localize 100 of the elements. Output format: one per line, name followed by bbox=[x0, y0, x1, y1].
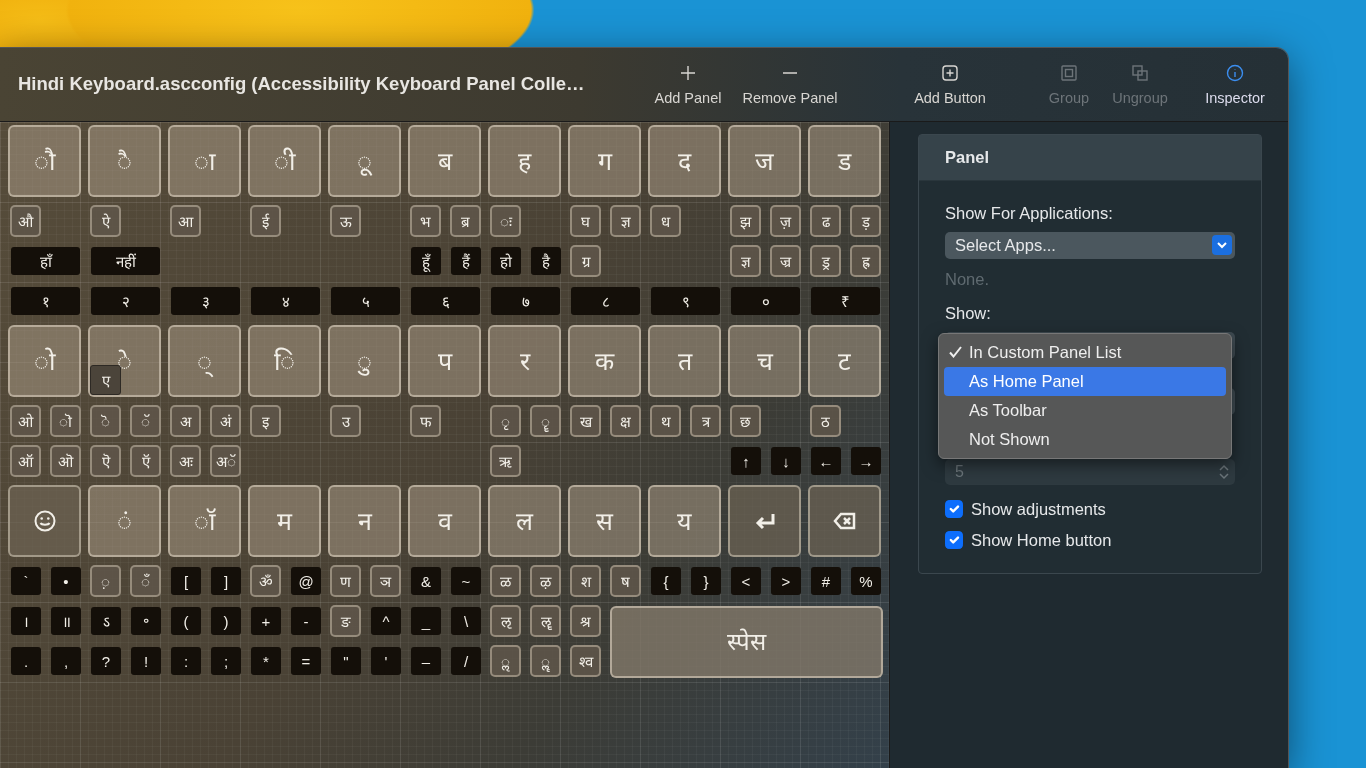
key[interactable]: + bbox=[251, 607, 281, 635]
key[interactable]: ← bbox=[811, 447, 841, 475]
toolbar-button[interactable]: Add Panel bbox=[648, 63, 728, 110]
key[interactable]: ४ bbox=[251, 287, 320, 315]
key[interactable]: ब्र bbox=[450, 205, 481, 237]
key[interactable]: • bbox=[51, 567, 81, 595]
key[interactable]: ॡ bbox=[530, 605, 561, 637]
key[interactable]: । bbox=[11, 607, 41, 635]
key[interactable]: ] bbox=[211, 567, 241, 595]
key[interactable]: ळ bbox=[490, 565, 521, 597]
key[interactable]: ◌ॢ bbox=[490, 645, 521, 677]
key[interactable]: न bbox=[328, 485, 401, 557]
key[interactable]: म bbox=[248, 485, 321, 557]
key[interactable]: ऑ bbox=[10, 445, 41, 477]
key[interactable]: अ bbox=[170, 405, 201, 437]
checkbox[interactable] bbox=[945, 531, 963, 550]
key[interactable]: ◌ॉ bbox=[168, 485, 241, 557]
key[interactable]: ७ bbox=[491, 287, 560, 315]
key[interactable]: ₹ bbox=[811, 287, 880, 315]
key[interactable]: भ bbox=[410, 205, 441, 237]
key[interactable]: ज्ञ bbox=[610, 205, 641, 237]
key[interactable]: ऒ bbox=[50, 445, 81, 477]
key[interactable]: ज़ bbox=[770, 205, 801, 237]
key[interactable]: व bbox=[408, 485, 481, 557]
key[interactable]: ञ bbox=[370, 565, 401, 597]
key[interactable]: ह bbox=[488, 125, 561, 197]
key[interactable]: च bbox=[728, 325, 801, 397]
key[interactable]: < bbox=[731, 567, 761, 595]
key[interactable]: ग bbox=[568, 125, 641, 197]
key[interactable]: ऐ bbox=[90, 205, 121, 237]
key[interactable]: ज bbox=[728, 125, 801, 197]
key[interactable]: ऊ bbox=[330, 205, 361, 237]
key[interactable]: अं bbox=[210, 405, 241, 437]
key[interactable]: " bbox=[331, 647, 361, 675]
key[interactable]: ◌ं bbox=[88, 485, 161, 557]
key[interactable]: ॐ bbox=[250, 565, 281, 597]
key[interactable]: { bbox=[651, 567, 681, 595]
key[interactable]: ऍ bbox=[130, 445, 161, 477]
key[interactable]: ◌ि bbox=[248, 325, 321, 397]
key[interactable]: फ bbox=[410, 405, 441, 437]
key[interactable]: ◌ो bbox=[8, 325, 81, 397]
key[interactable]: ज्ञ bbox=[730, 245, 761, 277]
key[interactable]: झ bbox=[730, 205, 761, 237]
key[interactable]: ग्र bbox=[570, 245, 601, 277]
key[interactable]: आ bbox=[170, 205, 201, 237]
key[interactable]: ॥ bbox=[51, 607, 81, 635]
key[interactable]: > bbox=[771, 567, 801, 595]
key[interactable]: थ bbox=[650, 405, 681, 437]
key[interactable]: १ bbox=[11, 287, 80, 315]
key[interactable]: ◌ॆ bbox=[90, 405, 121, 437]
key[interactable]: ड्र bbox=[810, 245, 841, 277]
key[interactable]: हूँ bbox=[411, 247, 441, 275]
toolbar-button[interactable]: Remove Panel bbox=[735, 63, 845, 110]
key[interactable]: ◌ँ bbox=[130, 565, 161, 597]
key[interactable]: ० bbox=[731, 287, 800, 315]
key[interactable]: र bbox=[488, 325, 561, 397]
key-popup[interactable]: ए bbox=[90, 365, 121, 395]
menu-item[interactable]: Not Shown bbox=[944, 424, 1226, 454]
key[interactable]: प bbox=[408, 325, 481, 397]
key[interactable]: ३ bbox=[171, 287, 240, 315]
key[interactable]: ल bbox=[488, 485, 561, 557]
key[interactable]: ↑ bbox=[731, 447, 761, 475]
key[interactable]: ढ bbox=[810, 205, 841, 237]
key[interactable]: घ bbox=[570, 205, 601, 237]
key[interactable]: ऴ bbox=[530, 565, 561, 597]
key[interactable]: [ bbox=[171, 567, 201, 595]
key[interactable]: ष bbox=[610, 565, 641, 597]
key[interactable]: ५ bbox=[331, 287, 400, 315]
key[interactable] bbox=[808, 485, 881, 557]
key[interactable]: ! bbox=[131, 647, 161, 675]
key[interactable]: ◌ै bbox=[88, 125, 161, 197]
key[interactable]: . bbox=[11, 647, 41, 675]
key[interactable]: छ bbox=[730, 405, 761, 437]
key[interactable]: _ bbox=[411, 607, 441, 635]
key[interactable]: ◌ौ bbox=[8, 125, 81, 197]
key[interactable]: ◌ु bbox=[328, 325, 401, 397]
key[interactable]: ध bbox=[650, 205, 681, 237]
key[interactable]: , bbox=[51, 647, 81, 675]
key[interactable]: ड़ bbox=[850, 205, 881, 237]
key[interactable]: ) bbox=[211, 607, 241, 635]
menu-item[interactable]: In Custom Panel List bbox=[944, 337, 1226, 367]
key[interactable]: ९ bbox=[651, 287, 720, 315]
key[interactable]: ख bbox=[570, 405, 601, 437]
key[interactable]: & bbox=[411, 567, 441, 595]
key[interactable] bbox=[728, 485, 801, 557]
menu-item[interactable]: As Home Panel bbox=[944, 366, 1226, 396]
key[interactable]: ◌ः bbox=[490, 205, 521, 237]
key[interactable]: य bbox=[648, 485, 721, 557]
key[interactable]: त bbox=[648, 325, 721, 397]
key[interactable]: \ bbox=[451, 607, 481, 635]
key[interactable]: ट bbox=[808, 325, 881, 397]
space-key[interactable]: स्पेस bbox=[610, 606, 883, 678]
key[interactable]: ◌ा bbox=[168, 125, 241, 197]
key[interactable]: ६ bbox=[411, 287, 480, 315]
key[interactable]: ` bbox=[11, 567, 41, 595]
key[interactable]: द bbox=[648, 125, 721, 197]
key[interactable]: ई bbox=[250, 205, 281, 237]
key[interactable]: ◌ॅ bbox=[130, 405, 161, 437]
key[interactable]: श्र bbox=[570, 605, 601, 637]
key[interactable]: त्र bbox=[690, 405, 721, 437]
